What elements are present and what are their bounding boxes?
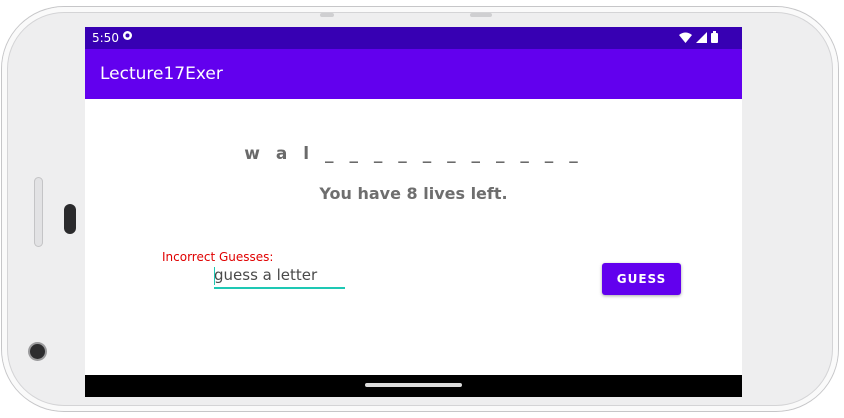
guess-button[interactable]: GUESS: [602, 263, 681, 295]
notification-icon: [122, 30, 133, 44]
status-bar: 5:50: [85, 27, 742, 49]
side-button: [34, 177, 43, 247]
status-time: 5:50: [92, 31, 119, 45]
app-title: Lecture17Exer: [100, 64, 223, 84]
app-bar: Lecture17Exer: [85, 49, 742, 99]
battery-icon: [711, 31, 718, 43]
top-button: [320, 13, 334, 17]
status-icons: [679, 31, 718, 43]
wifi-icon: [679, 32, 692, 43]
signal-icon: [696, 31, 707, 43]
navigation-bar: [85, 375, 742, 397]
home-pill[interactable]: [365, 383, 462, 387]
device-screen: 5:50 Lecture17Exer w a l _ _ _ _ _ _ _ _…: [85, 27, 742, 397]
camera-icon: [30, 344, 45, 359]
lives-text: You have 8 lives left.: [319, 184, 508, 203]
word-display: w a l _ _ _ _ _ _ _ _ _ _ _: [244, 144, 583, 164]
speaker-icon: [64, 204, 76, 234]
text-caret: [214, 267, 215, 285]
guess-input[interactable]: guess a letter: [214, 263, 345, 289]
incorrect-guesses-label: Incorrect Guesses:: [162, 250, 274, 264]
top-button: [470, 13, 492, 17]
guess-input-placeholder: guess a letter: [214, 266, 318, 284]
